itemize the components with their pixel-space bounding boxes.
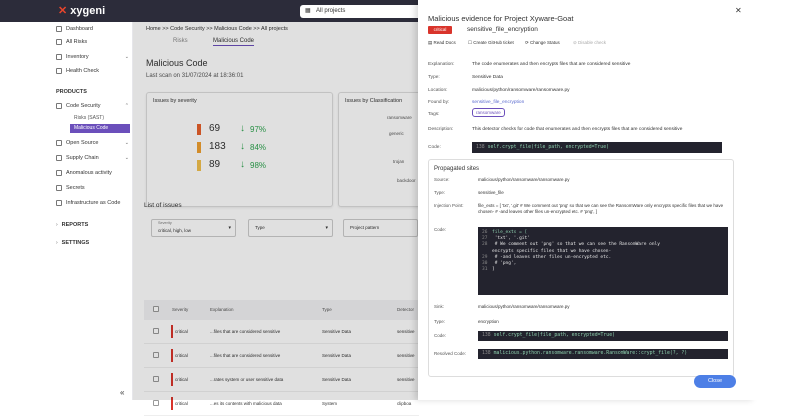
disable-check-button[interactable]: ⊘ Disable check [573, 40, 606, 46]
location-value: malicious/python/ransomware/ransomware.p… [472, 88, 570, 93]
open-source-icon [56, 139, 62, 146]
sink-code-snippet: 138 self.crypt_file(file_path, encrypted=… [478, 331, 728, 341]
sidebar-item-dashboard[interactable]: Dashboard [56, 25, 132, 34]
xygeni-logo[interactable]: ✕ xygeni [58, 4, 105, 17]
right-gutter [755, 0, 800, 400]
inventory-icon [56, 53, 62, 60]
sidebar-item-code-security[interactable]: Code Security ⌃ [56, 102, 132, 111]
field-label: Explanation: [428, 62, 455, 67]
dashboard-icon [56, 25, 62, 32]
code-snippet: 138 self.crypt_file(file_path, encrypted=… [472, 142, 722, 153]
sidebar-item-reports[interactable]: › REPORTS [56, 221, 132, 230]
chevron-right-icon: › [56, 240, 58, 246]
read-docs-button[interactable]: ▤ Read Docs [428, 40, 456, 46]
iac-icon [56, 199, 62, 206]
supply-chain-icon [56, 154, 62, 161]
field-label: Found by: [428, 100, 450, 105]
health-icon [56, 67, 62, 74]
project-selector[interactable]: ▦ All projects [300, 5, 422, 18]
source-type-value: sensitive_file [478, 190, 504, 195]
sidebar-sub-malicious-code[interactable]: Malicious Code [70, 124, 130, 133]
secrets-icon [56, 184, 62, 191]
modal-backdrop[interactable] [133, 22, 418, 400]
sidebar-item-iac[interactable]: Infrastructure as Code [56, 199, 132, 208]
field-label: Code: [428, 145, 441, 150]
code-icon [56, 102, 62, 109]
resolved-code-snippet: 138 malicious.python.ransomware.ransomwar… [478, 349, 728, 359]
tag-ransomware[interactable]: ransomware [472, 108, 505, 117]
sidebar-item-secrets[interactable]: Secrets [56, 184, 132, 193]
chevron-down-icon: ⌄ [124, 155, 129, 161]
sidebar-item-health-check[interactable]: Health Check [56, 67, 132, 76]
close-button[interactable]: Close [694, 375, 736, 388]
sidebar: Dashboard All Risks Inventory ⌄ Health Ch… [50, 22, 133, 400]
field-label: Type: [428, 75, 440, 80]
field-label: Tags: [428, 112, 440, 117]
propagated-sites-box: Propagated sites Source: malicious/pytho… [428, 159, 734, 377]
anomaly-icon [56, 169, 62, 176]
sidebar-item-inventory[interactable]: Inventory ⌄ [56, 53, 132, 62]
collapse-sidebar-button[interactable]: « [120, 388, 124, 397]
description-value: This detector checks for code that enume… [472, 127, 683, 132]
found-by-link[interactable]: sensitive_file_encryption [472, 100, 524, 105]
sidebar-sub-risks-sast[interactable]: Risks (SAST) [70, 114, 130, 123]
chevron-up-icon: ⌃ [124, 103, 129, 109]
sink-type-value: encryption [478, 319, 499, 324]
chevron-down-icon: ⌄ [124, 54, 129, 60]
sidebar-item-anomalous-activity[interactable]: Anomalous activity [56, 169, 132, 178]
project-icon: ▦ [305, 8, 311, 14]
injection-point-value: file_exts = [ 'txt', '.git' # We comment… [478, 203, 724, 214]
sink-value: malicious/python/ransomware/ransomware.p… [478, 304, 570, 309]
sidebar-item-settings[interactable]: › SETTINGS [56, 239, 132, 248]
explanation-value: The code enumerates and then encrypts fi… [472, 62, 631, 67]
panel-title: Malicious evidence for Project Xyware-Go… [428, 14, 574, 23]
sidebar-item-all-risks[interactable]: All Risks [56, 38, 132, 47]
products-header: PRODUCTS [56, 89, 87, 95]
sidebar-item-supply-chain[interactable]: Supply Chain ⌄ [56, 154, 132, 163]
type-value: Sensitive Data [472, 75, 503, 80]
injection-code-block: 26 file_exts = [ 27 'txt', '.git' 28 # We… [478, 227, 728, 295]
detector-name: sensitive_file_encryption [467, 26, 538, 33]
create-github-ticket-button[interactable]: ☐ Create GitHub ticket [468, 40, 514, 46]
close-icon[interactable]: ✕ [735, 6, 742, 15]
field-label: Description: [428, 127, 454, 132]
change-status-button[interactable]: ⟳ Change Status [525, 40, 560, 46]
source-value: malicious/python/ransomware/ransomware.p… [478, 177, 570, 182]
propagated-title: Propagated sites [434, 166, 480, 172]
malicious-evidence-panel: Malicious evidence for Project Xyware-Go… [418, 0, 755, 400]
sidebar-item-open-source[interactable]: Open Source ⌄ [56, 139, 132, 148]
field-label: Location: [428, 88, 448, 93]
chevron-down-icon: ⌄ [124, 140, 129, 146]
chevron-right-icon: › [56, 222, 58, 228]
severity-badge: critical [428, 26, 452, 34]
risks-icon [56, 38, 62, 45]
row-checkbox[interactable] [153, 400, 159, 406]
